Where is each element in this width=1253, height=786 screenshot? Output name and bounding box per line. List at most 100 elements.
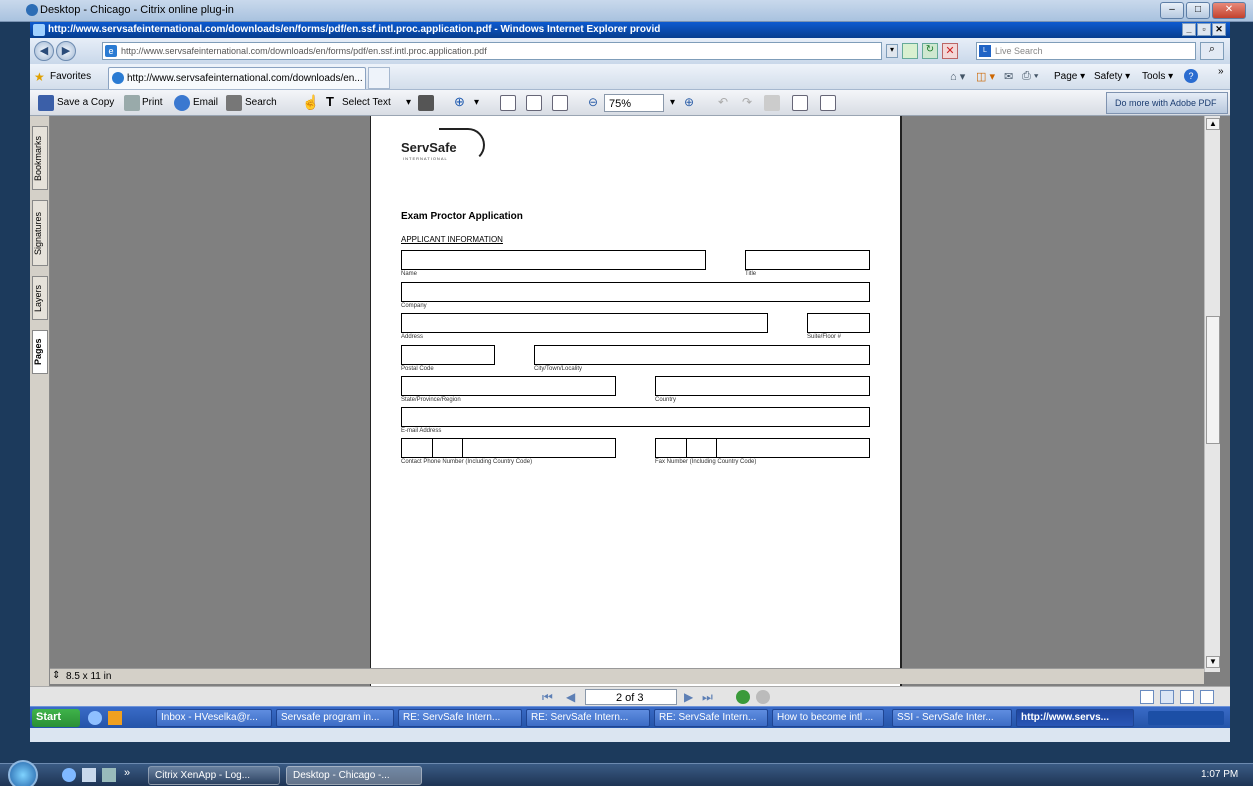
create-pdf-icon[interactable] [820,95,836,111]
host-switch-icon[interactable] [102,768,116,782]
zoom-tool-dropdown-icon[interactable]: ▾ [474,97,479,108]
host-task-xenapp[interactable]: Citrix XenApp - Log... [148,766,280,785]
ie-restore-button[interactable]: ▫ [1197,23,1211,36]
scroll-up-icon[interactable]: ▲ [1206,118,1220,130]
host-ie-icon[interactable] [62,768,76,782]
two-up-continuous-icon[interactable] [1200,690,1214,704]
phone-field[interactable] [401,438,616,458]
first-page-icon[interactable]: ⏮ [542,690,553,705]
new-tab-button[interactable] [368,67,390,89]
forward-button[interactable]: ▶ [56,41,76,61]
search-go-icon[interactable]: ⌕ [1200,42,1224,60]
task-re-servsafe-2[interactable]: RE: ServSafe Intern... [526,709,650,727]
vertical-scrollbar[interactable]: ▲ ▼ [1204,116,1220,672]
company-field[interactable] [401,282,870,302]
host-overflow-icon[interactable]: » [124,767,130,779]
single-page-icon[interactable] [1140,690,1154,704]
zoom-dropdown-icon[interactable]: ▾ [670,97,675,108]
scroll-thumb[interactable] [1206,316,1220,444]
compatibility-icon[interactable] [902,43,918,59]
title-field[interactable] [745,250,870,270]
zoom-tool-icon[interactable]: ⊕ [454,94,465,110]
mail-icon[interactable]: ✉ [1004,70,1013,83]
email-button[interactable]: Email [193,97,218,108]
tools-menu[interactable]: Tools ▾ [1142,71,1173,82]
address-dropdown-icon[interactable]: ▾ [886,44,898,58]
windows-start-orb[interactable] [8,760,38,786]
task-ie-active[interactable]: http://www.servs... [1016,709,1134,727]
back-button[interactable]: ◀ [34,41,54,61]
task-re-servsafe-3[interactable]: RE: ServSafe Intern... [654,709,768,727]
quicklaunch-outlook-icon[interactable] [108,711,122,725]
signatures-tab[interactable]: Signatures [32,200,48,266]
task-re-servsafe-1[interactable]: RE: ServSafe Intern... [398,709,522,727]
zoom-in-icon[interactable]: ⊕ [684,95,694,109]
scroll-down-icon[interactable]: ▼ [1206,656,1220,668]
safety-menu[interactable]: Safety ▾ [1094,71,1130,82]
bookmarks-tab[interactable]: Bookmarks [32,126,48,190]
pages-tab[interactable]: Pages [32,330,48,374]
host-desktop-icon[interactable] [82,768,96,782]
ie-minimize-button[interactable]: _ [1182,23,1196,36]
home-icon[interactable]: ⌂ ▾ [950,70,965,83]
name-field[interactable] [401,250,706,270]
ie-titlebar[interactable]: http://www.servsafeinternational.com/dow… [30,22,1230,38]
zoom-out-icon[interactable]: ⊖ [588,95,598,109]
address-input[interactable]: e http://www.servsafeinternational.com/d… [102,42,882,60]
zoom-input[interactable]: 75% [604,94,664,112]
stop-icon[interactable]: ✕ [942,43,958,59]
address-field[interactable] [401,313,768,333]
export-icon[interactable] [792,95,808,111]
suite-field[interactable] [807,313,870,333]
fit-width-icon[interactable] [552,95,568,111]
layers-tab[interactable]: Layers [32,276,48,320]
city-field[interactable] [534,345,870,365]
favorites-button[interactable]: Favorites [50,71,91,82]
refresh-icon[interactable]: ↻ [922,43,938,59]
help-icon[interactable]: ? [1184,69,1198,83]
citrix-window-titlebar[interactable]: Desktop - Chicago - Citrix online plug-i… [0,0,1253,22]
go-forward-icon[interactable] [756,690,770,704]
two-up-icon[interactable] [1180,690,1194,704]
browser-tab[interactable]: http://www.servsafeinternational.com/dow… [108,67,366,89]
feeds-icon[interactable]: ◫ ▾ [976,70,995,83]
close-button[interactable]: ✕ [1212,2,1246,19]
select-text-button[interactable]: Select Text [342,97,391,108]
minimize-button[interactable]: – [1160,2,1184,19]
ie-close-button[interactable]: ✕ [1212,23,1226,36]
page-size-toggle-icon[interactable]: ⇕ [52,670,60,681]
task-how-to-become[interactable]: How to become intl ... [772,709,884,727]
quicklaunch-ie-icon[interactable] [88,711,102,725]
remote-start-button[interactable]: Start [32,709,80,727]
fit-page-icon[interactable] [526,95,542,111]
postal-code-field[interactable] [401,345,495,365]
previous-page-icon[interactable]: ◀ [566,690,575,704]
select-dropdown-icon[interactable]: ▾ [406,97,411,108]
maximize-button[interactable]: □ [1186,2,1210,19]
chevron-more-icon[interactable]: » [1218,66,1224,77]
search-input[interactable]: L Live Search [976,42,1196,60]
go-back-icon[interactable] [736,690,750,704]
email-field[interactable] [401,407,870,427]
host-task-desktop-chicago[interactable]: Desktop - Chicago -... [286,766,422,785]
more-adobe-button[interactable]: Do more with Adobe PDF [1106,92,1228,114]
page-indicator[interactable]: 2 of 3 [585,689,677,705]
hand-tool-icon[interactable]: ☝ [302,94,319,111]
task-servsafe-program[interactable]: Servsafe program in... [276,709,394,727]
last-page-icon[interactable]: ⏭ [702,690,713,705]
host-tray-icons[interactable] [1085,769,1185,783]
print-icon[interactable]: ⎙ ▾ [1022,70,1038,83]
next-page-icon[interactable]: ▶ [684,690,693,704]
state-field[interactable] [401,376,616,396]
continuous-icon[interactable] [1160,690,1174,704]
country-field[interactable] [655,376,870,396]
snapshot-icon[interactable] [418,95,434,111]
print-button[interactable]: Print [142,97,163,108]
fax-field[interactable] [655,438,870,458]
search-button[interactable]: Search [245,97,277,108]
task-inbox[interactable]: Inbox - HVeselka@r... [156,709,272,727]
actual-size-icon[interactable] [500,95,516,111]
save-copy-button[interactable]: Save a Copy [57,97,114,108]
task-ssi-servsafe[interactable]: SSI - ServSafe Inter... [892,709,1012,727]
page-menu[interactable]: Page ▾ [1054,71,1085,82]
